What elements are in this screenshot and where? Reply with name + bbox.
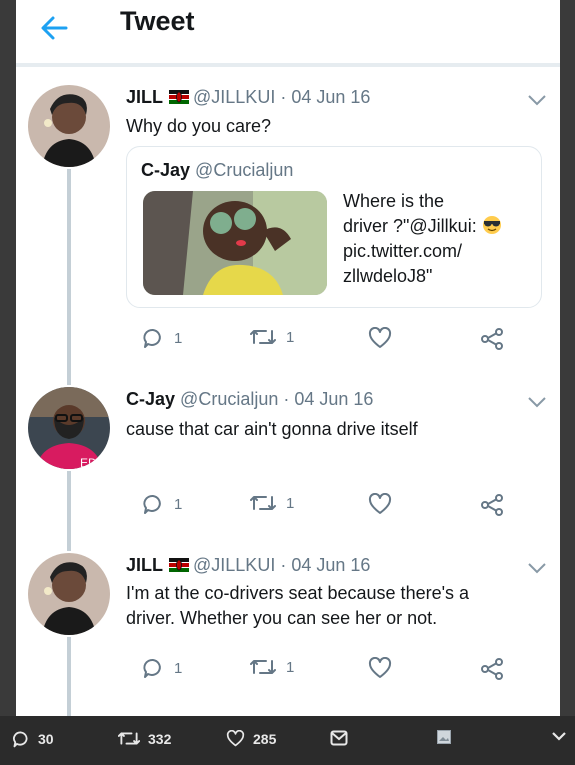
bottom-more-button[interactable] xyxy=(551,730,567,742)
tweet-header: JILL @JILLKUI · 04 Jun 16 xyxy=(126,87,370,108)
tweet-actions: 1 1 xyxy=(126,657,506,683)
thread-line xyxy=(67,471,71,535)
bottom-reply-count: 30 xyxy=(38,731,54,747)
reply-icon xyxy=(143,659,161,678)
share-button[interactable] xyxy=(480,657,504,681)
author-name[interactable]: JILL xyxy=(126,87,163,107)
quoted-tweet[interactable]: C-Jay @Crucialjun Where is the driver ?"… xyxy=(126,146,542,308)
author-handle[interactable]: @JILLKUI xyxy=(193,87,275,107)
tweet-actions: 1 1 xyxy=(126,493,506,519)
avatar[interactable] xyxy=(28,553,110,635)
header: Tweet xyxy=(16,0,560,64)
reply-button[interactable]: 1 xyxy=(142,493,182,515)
svg-text:ED: ED xyxy=(80,456,97,469)
author-name[interactable]: C-Jay xyxy=(126,389,175,409)
heart-icon xyxy=(226,730,245,747)
quoted-text-line: zllwdeloJ8" xyxy=(343,266,433,286)
bottom-like-count: 285 xyxy=(253,730,277,747)
bottom-retweet-count: 332 xyxy=(148,730,172,747)
quoted-tweet-header: C-Jay @Crucialjun xyxy=(141,160,293,181)
bottom-engagement-bar: 30 332 285 xyxy=(0,716,575,765)
retweet-count: 1 xyxy=(286,658,295,676)
tweet-text-line: driver. Whether you can see her or not. xyxy=(126,608,438,628)
tweet-date[interactable]: · 04 Jun 16 xyxy=(280,87,370,107)
chevron-down-icon xyxy=(552,732,566,741)
quoted-text-line: pic.twitter.com/ xyxy=(343,241,463,261)
reply-count: 1 xyxy=(174,659,183,677)
tweet-header: JILL @JILLKUI · 04 Jun 16 xyxy=(126,555,370,576)
reply-icon xyxy=(143,329,161,348)
sunglasses-emoji-icon xyxy=(482,216,502,236)
kenya-flag-icon xyxy=(169,88,190,104)
thread-line xyxy=(67,367,71,385)
page-title: Tweet xyxy=(120,6,195,36)
heart-icon xyxy=(368,327,392,348)
heart-icon xyxy=(368,493,392,514)
retweet-icon xyxy=(250,496,276,510)
avatar[interactable]: ED xyxy=(28,387,110,469)
bottom-message-button[interactable] xyxy=(330,730,348,746)
share-icon xyxy=(481,494,503,516)
tweet-text: Why do you care? xyxy=(126,116,272,136)
tweet-date[interactable]: · 04 Jun 16 xyxy=(283,389,373,409)
tweet-thread-card: Tweet JILL @JILLKUI · 04 Jun 16 Why do yo… xyxy=(16,0,560,716)
chevron-down-icon[interactable] xyxy=(526,395,548,409)
mail-icon xyxy=(330,730,348,746)
chevron-down-icon[interactable] xyxy=(526,93,548,107)
author-handle[interactable]: @JILLKUI xyxy=(193,555,275,575)
retweet-count: 1 xyxy=(286,494,295,512)
share-icon xyxy=(481,328,503,350)
retweet-icon xyxy=(250,330,276,344)
reply-count: 1 xyxy=(174,329,183,347)
reply-button[interactable]: 1 xyxy=(142,327,182,349)
thread-line xyxy=(67,169,71,367)
quoted-text-line: Where is the xyxy=(343,191,445,211)
share-button[interactable] xyxy=(480,327,504,351)
quoted-author-handle: @Crucialjun xyxy=(195,160,294,180)
reply-icon xyxy=(143,495,161,514)
like-button[interactable] xyxy=(368,657,392,679)
quoted-tweet-text: Where is the driver ?"@Jillkui: pic.twit… xyxy=(343,189,533,289)
share-icon xyxy=(481,658,503,680)
heart-icon xyxy=(368,657,392,678)
bottom-reply-button[interactable]: 30 xyxy=(12,730,54,748)
kenya-flag-icon xyxy=(169,556,190,572)
reply-count: 1 xyxy=(174,495,183,513)
tweet-actions: 1 1 xyxy=(126,327,506,353)
author-handle[interactable]: @Crucialjun xyxy=(180,389,278,409)
avatar[interactable] xyxy=(28,85,110,167)
tweet[interactable]: ED C-Jay @Crucialjun · 04 Jun 16 cause t… xyxy=(16,367,560,535)
reply-icon xyxy=(13,731,28,748)
tweet[interactable]: JILL @JILLKUI · 04 Jun 16 Why do you care… xyxy=(16,67,560,367)
tweet[interactable]: JILL @JILLKUI · 04 Jun 16 I'm at the co-d… xyxy=(16,535,560,716)
bottom-like-button[interactable]: 285 xyxy=(226,730,276,747)
retweet-button[interactable]: 1 xyxy=(250,327,294,347)
retweet-count: 1 xyxy=(286,328,295,346)
like-button[interactable] xyxy=(368,493,392,515)
share-button[interactable] xyxy=(480,493,504,517)
bottom-retweet-button[interactable]: 332 xyxy=(118,730,171,747)
tweet-text-line: I'm at the co-drivers seat because there… xyxy=(126,583,470,603)
author-name[interactable]: JILL xyxy=(126,555,163,575)
quoted-tweet-image[interactable] xyxy=(143,191,327,295)
tweet-text: cause that car ain't gonna drive itself xyxy=(126,419,418,439)
retweet-icon xyxy=(118,732,140,745)
image-icon xyxy=(437,730,451,744)
bottom-media-button[interactable] xyxy=(437,730,451,744)
reply-button[interactable]: 1 xyxy=(142,657,182,679)
thread-line xyxy=(67,535,71,551)
like-button[interactable] xyxy=(368,327,392,349)
thread-line xyxy=(67,637,71,716)
quoted-author-name: C-Jay xyxy=(141,160,191,180)
quoted-text-line: driver ?"@Jillkui: xyxy=(343,214,533,239)
retweet-button[interactable]: 1 xyxy=(250,493,294,513)
retweet-button[interactable]: 1 xyxy=(250,657,294,677)
tweet-text: I'm at the co-drivers seat because there… xyxy=(126,581,536,631)
tweet-date[interactable]: · 04 Jun 16 xyxy=(280,555,370,575)
tweet-header: C-Jay @Crucialjun · 04 Jun 16 xyxy=(126,389,373,410)
chevron-down-icon[interactable] xyxy=(526,561,548,575)
retweet-icon xyxy=(250,660,276,674)
back-arrow-icon[interactable] xyxy=(36,10,72,46)
